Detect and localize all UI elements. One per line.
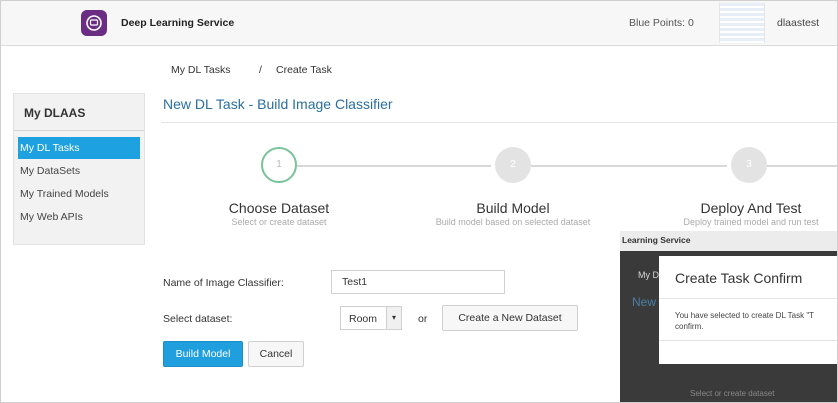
step-2-name: Build Model bbox=[476, 200, 550, 216]
step-connector bbox=[767, 165, 837, 167]
dialog-footer-divider bbox=[659, 340, 837, 341]
dialog-message: You have selected to create DL Task "T c… bbox=[675, 310, 837, 332]
step-1-name: Choose Dataset bbox=[228, 200, 330, 216]
step-2-circle[interactable]: 2 bbox=[495, 147, 531, 183]
points-indicator bbox=[719, 3, 765, 43]
dialog-title: Create Task Confirm bbox=[675, 270, 803, 286]
dataset-select-label: Select dataset: bbox=[163, 313, 233, 325]
step-3-circle[interactable]: 3 bbox=[731, 147, 767, 183]
breadcrumb-current: Create Task bbox=[276, 64, 332, 76]
sidebar-title: My DLAAS bbox=[24, 106, 86, 120]
page-title: New DL Task - Build Image Classifier bbox=[163, 96, 393, 112]
dialog-divider bbox=[659, 298, 837, 299]
dataset-select-value: Room bbox=[349, 313, 378, 325]
breadcrumb-root-link[interactable]: My DL Tasks bbox=[171, 64, 231, 76]
step-3-description: Deploy trained model and run test bbox=[683, 217, 819, 227]
inset-step-description: Select or create dataset bbox=[690, 389, 775, 398]
app-window: Deep Learning Service Blue Points: 0 dla… bbox=[0, 0, 838, 403]
inset-page-title: New bbox=[632, 295, 657, 309]
sidebar-item-my-datasets[interactable]: My DataSets bbox=[18, 160, 140, 182]
or-separator-text: or bbox=[418, 313, 428, 325]
dialog-message-line: You have selected to create DL Task "T bbox=[675, 311, 815, 320]
cancel-button[interactable]: Cancel bbox=[248, 341, 304, 367]
breadcrumb-separator: / bbox=[259, 64, 262, 76]
sidebar-item-my-web-apis[interactable]: My Web APIs bbox=[18, 206, 140, 228]
create-task-confirm-dialog: Create Task Confirm You have selected to… bbox=[659, 256, 837, 364]
sidebar: My DLAAS My DL Tasks My DataSets My Trai… bbox=[13, 93, 145, 245]
inset-app-title: Learning Service bbox=[622, 235, 691, 245]
step-2-description: Build model based on selected dataset bbox=[435, 217, 591, 227]
step-1-circle[interactable]: 1 bbox=[261, 147, 297, 183]
app-title: Deep Learning Service bbox=[121, 17, 235, 29]
sidebar-item-my-trained-models[interactable]: My Trained Models bbox=[18, 183, 140, 205]
dialog-message-line: confirm. bbox=[675, 322, 704, 331]
step-1-description: Select or create dataset bbox=[231, 217, 327, 227]
classifier-name-input[interactable] bbox=[331, 270, 505, 294]
build-model-button[interactable]: Build Model bbox=[163, 341, 243, 367]
blue-points: Blue Points: 0 bbox=[629, 17, 694, 29]
inset-header: Learning Service bbox=[620, 231, 837, 252]
sidebar-divider bbox=[14, 130, 144, 131]
step-3-name: Deploy And Test bbox=[700, 200, 802, 216]
user-menu[interactable]: dlaastest bbox=[777, 17, 819, 29]
step-connector bbox=[297, 165, 491, 167]
sidebar-item-my-dl-tasks[interactable]: My DL Tasks bbox=[18, 137, 140, 159]
create-dataset-button[interactable]: Create a New Dataset bbox=[442, 305, 578, 331]
chevron-down-icon[interactable]: ▾ bbox=[386, 307, 401, 329]
inset-breadcrumb: My D bbox=[638, 270, 659, 280]
logo-icon[interactable] bbox=[81, 10, 107, 36]
step-connector bbox=[531, 165, 727, 167]
classifier-name-label: Name of Image Classifier: bbox=[163, 277, 284, 289]
top-header: Deep Learning Service Blue Points: 0 dla… bbox=[1, 1, 837, 46]
dataset-select[interactable]: Room ▾ bbox=[340, 306, 402, 330]
title-divider bbox=[161, 122, 837, 123]
